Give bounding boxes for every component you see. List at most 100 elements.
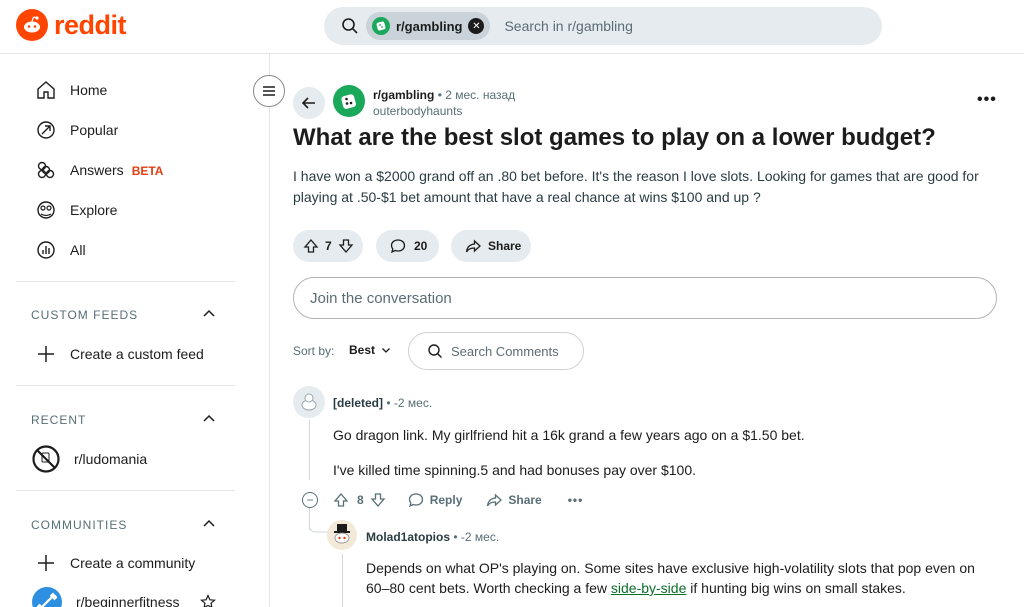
recent-item-ludomania[interactable]: r/ludomania bbox=[32, 445, 147, 473]
chevron-down-icon bbox=[382, 348, 390, 353]
sidebar-item-popular[interactable]: Popular bbox=[36, 120, 118, 140]
sort-label: Sort by: bbox=[293, 344, 335, 358]
comment-text-fragment: if hunting big wins on small stakes. bbox=[686, 580, 906, 596]
no-gambling-icon bbox=[32, 445, 60, 473]
collapse-thread-icon[interactable]: − bbox=[302, 492, 318, 508]
create-custom-feed-button[interactable]: Create a custom feed bbox=[36, 344, 204, 364]
search-input[interactable] bbox=[504, 18, 805, 34]
create-community-button[interactable]: Create a community bbox=[36, 553, 195, 573]
community-item-beginnerfitness[interactable]: r/beginnerfitness bbox=[32, 587, 216, 607]
plus-icon bbox=[38, 346, 54, 362]
more-options-icon[interactable]: ••• bbox=[977, 91, 997, 109]
join-conversation-input[interactable]: Join the conversation bbox=[293, 277, 997, 319]
snoo-avatar-icon bbox=[301, 393, 317, 411]
arrow-left-icon bbox=[301, 97, 315, 109]
comment-line: 60–80 cent bets. Worth checking a few si… bbox=[366, 578, 1006, 598]
side-by-side-link[interactable]: side-by-side bbox=[611, 580, 686, 596]
share-button[interactable]: Share bbox=[451, 230, 531, 262]
sidebar-item-label: Popular bbox=[70, 122, 119, 138]
deleted-user-avatar bbox=[293, 386, 325, 418]
upvote-icon[interactable] bbox=[333, 492, 349, 508]
all-icon bbox=[37, 241, 55, 259]
comment-author[interactable]: Molad1atopios bbox=[366, 530, 450, 544]
sidebar-item-label: r/beginnerfitness bbox=[76, 594, 180, 607]
post-author[interactable]: outerbodyhaunts bbox=[373, 104, 462, 118]
more-options-icon[interactable]: ••• bbox=[568, 493, 584, 507]
share-icon bbox=[487, 493, 503, 507]
post-body: I have won a $2000 grand off an .80 bet … bbox=[293, 168, 979, 205]
clear-chip-icon[interactable]: ✕ bbox=[468, 18, 485, 34]
comment-share-button[interactable]: Share bbox=[486, 492, 542, 508]
logo-text: reddit bbox=[54, 9, 127, 40]
comment-actions: 8 Reply Share ••• bbox=[333, 492, 583, 508]
comment-author[interactable]: [deleted] bbox=[333, 396, 383, 410]
star-icon[interactable] bbox=[199, 594, 216, 607]
thread-line[interactable] bbox=[309, 420, 310, 480]
sidebar-item-explore[interactable]: Explore bbox=[36, 200, 117, 220]
share-label: Share bbox=[508, 493, 542, 507]
left-sidebar: Home Popular Answers BETA Explore All CUS… bbox=[0, 54, 270, 607]
sidebar-item-label: Create a custom feed bbox=[70, 346, 204, 362]
explore-icon bbox=[37, 201, 55, 219]
chip-label: r/gambling bbox=[396, 18, 463, 34]
beta-badge: BETA bbox=[131, 164, 164, 178]
subreddit-search-chip[interactable]: r/gambling ✕ bbox=[366, 12, 491, 40]
communities-title: COMMUNITIES bbox=[31, 518, 128, 532]
subreddit-link[interactable]: r/gambling bbox=[373, 88, 434, 102]
post-time: • 2 мес. назад bbox=[437, 88, 516, 102]
comment-line: Depends on what OP's playing on. Some si… bbox=[366, 560, 975, 576]
comment-text: I've killed time spinning.5 and had bonu… bbox=[333, 462, 697, 478]
chevron-up-icon[interactable] bbox=[202, 412, 216, 426]
dice-icon bbox=[341, 94, 356, 109]
share-label: Share bbox=[488, 239, 522, 253]
sort-dropdown[interactable]: Best bbox=[349, 343, 391, 357]
sidebar-divider bbox=[16, 385, 235, 386]
sidebar-item-home[interactable]: Home bbox=[36, 80, 107, 100]
downvote-icon[interactable] bbox=[338, 238, 354, 254]
post-title: What are the best slot games to play on … bbox=[293, 124, 936, 151]
comment-text: Depends on what OP's playing on. Some si… bbox=[366, 558, 1006, 598]
popular-icon bbox=[37, 121, 55, 139]
comment-header: [deleted] • -2 мес. bbox=[333, 396, 432, 410]
sidebar-item-label: r/ludomania bbox=[74, 451, 148, 467]
comment-time: • -2 мес. bbox=[453, 530, 500, 544]
home-icon bbox=[37, 81, 55, 99]
upvote-icon[interactable] bbox=[303, 238, 319, 254]
search-icon bbox=[342, 18, 358, 34]
comment-time: • -2 мес. bbox=[386, 396, 433, 410]
recent-title: RECENT bbox=[31, 413, 87, 427]
sidebar-item-label: Home bbox=[70, 82, 108, 98]
chevron-up-icon[interactable] bbox=[202, 517, 216, 531]
back-button[interactable] bbox=[293, 87, 325, 119]
top-header: reddit r/gambling ✕ bbox=[0, 0, 1024, 54]
molad1atopios-avatar[interactable] bbox=[327, 520, 357, 550]
sidebar-item-label: Explore bbox=[70, 202, 118, 218]
reddit-logo[interactable]: reddit bbox=[16, 9, 127, 41]
comment-vote-count: 8 bbox=[357, 493, 364, 507]
comment-icon bbox=[390, 239, 406, 254]
comments-button[interactable]: 20 bbox=[376, 230, 439, 262]
thread-line[interactable] bbox=[342, 554, 343, 607]
comment-text-fragment: 60–80 cent bets. Worth checking a few bbox=[366, 580, 611, 596]
sidebar-item-answers[interactable]: Answers BETA bbox=[36, 160, 163, 180]
search-comments-label: Search Comments bbox=[451, 343, 559, 359]
chevron-up-icon[interactable] bbox=[202, 307, 216, 321]
search-comments-button[interactable]: Search Comments bbox=[408, 332, 584, 370]
sidebar-divider bbox=[16, 490, 235, 491]
downvote-icon[interactable] bbox=[370, 492, 386, 508]
subreddit-avatar[interactable] bbox=[333, 85, 365, 117]
post-main: r/gambling • 2 мес. назад outerbodyhaunt… bbox=[271, 54, 1024, 607]
plus-icon bbox=[38, 555, 54, 571]
vote-count: 7 bbox=[325, 239, 332, 253]
reddit-snoo-icon bbox=[16, 9, 48, 41]
comment-text: Go dragon link. My girlfriend hit a 16k … bbox=[333, 427, 805, 443]
custom-feeds-title: CUSTOM FEEDS bbox=[31, 308, 139, 322]
dice-icon bbox=[372, 17, 390, 35]
sidebar-item-all[interactable]: All bbox=[36, 240, 86, 260]
answers-icon bbox=[37, 161, 55, 179]
sort-value: Best bbox=[349, 343, 376, 357]
reply-button[interactable]: Reply bbox=[408, 492, 462, 508]
search-bar[interactable]: r/gambling ✕ bbox=[324, 7, 882, 45]
post-meta: r/gambling • 2 мес. назад bbox=[373, 88, 515, 102]
share-icon bbox=[465, 239, 481, 253]
